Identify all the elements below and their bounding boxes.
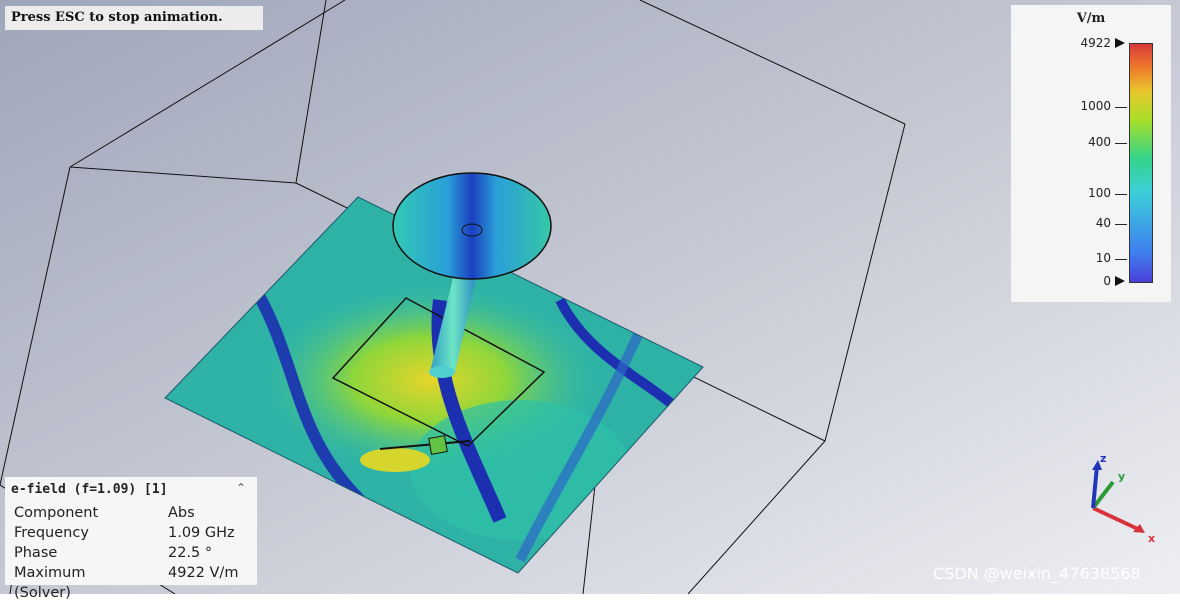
- legend-min-arrow-icon[interactable]: [1115, 276, 1125, 286]
- legend-unit: V/m: [1076, 11, 1106, 26]
- legend-color-bar: [1129, 43, 1153, 283]
- legend-tick: 400: [1088, 135, 1111, 149]
- field-info-title: e-field (f=1.09) [1]: [11, 482, 168, 497]
- info-key: Frequency: [14, 525, 89, 541]
- z-axis-label: z: [1100, 452, 1106, 465]
- color-legend: V/m 4922 1000 400 100 40 10 0: [1011, 5, 1171, 302]
- legend-tick-mark: [1115, 259, 1127, 260]
- info-value: 4922 V/m: [168, 565, 239, 581]
- field-info-panel: e-field (f=1.09) [1] ⌃ Component Abs Fre…: [5, 477, 257, 601]
- info-key: Phase: [14, 545, 58, 561]
- legend-tick: 100: [1088, 186, 1111, 200]
- legend-tick: 0: [1103, 274, 1111, 288]
- esc-banner: Press ESC to stop animation.: [5, 6, 263, 30]
- legend-tick-mark: [1115, 194, 1127, 195]
- chevron-up-icon[interactable]: ⌃: [236, 481, 246, 495]
- info-value: Abs: [168, 505, 195, 521]
- legend-tick-mark: [1115, 107, 1127, 108]
- legend-tick: 1000: [1080, 99, 1111, 113]
- legend-tick: 40: [1095, 216, 1111, 230]
- info-key: Component: [14, 505, 99, 521]
- watermark: CSDN @weixin_47638568: [933, 564, 1141, 583]
- legend-max-arrow-icon[interactable]: [1115, 38, 1125, 48]
- info-value: 1.09 GHz: [168, 525, 235, 541]
- top-disk: [392, 172, 552, 280]
- legend-tick-mark: [1115, 224, 1127, 225]
- y-axis-label: y: [1118, 470, 1125, 483]
- legend-tick-mark: [1115, 143, 1127, 144]
- 3d-viewport[interactable]: x y z Press ESC to stop animation. V/m 4…: [0, 0, 1180, 601]
- info-key: Maximum (Solver): [14, 565, 86, 601]
- info-value: 22.5 °: [168, 545, 213, 561]
- legend-tick: 10: [1095, 251, 1111, 265]
- legend-tick: 4922: [1080, 36, 1111, 50]
- x-axis-label: x: [1148, 532, 1155, 545]
